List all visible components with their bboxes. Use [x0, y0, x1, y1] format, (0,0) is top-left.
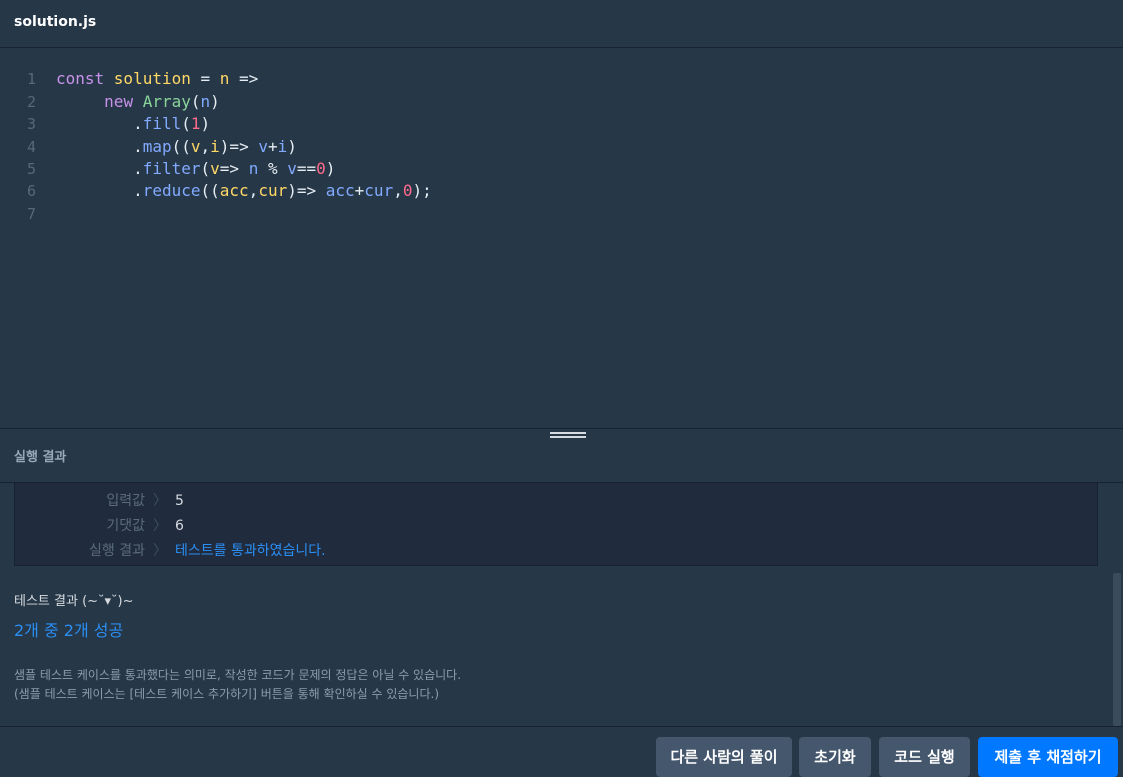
code-token: ,	[200, 137, 211, 156]
code-token: )	[287, 137, 297, 156]
code-token: new	[104, 92, 143, 111]
code-token: )=>	[287, 181, 326, 200]
code-token: ,	[248, 181, 259, 200]
code-token: )	[210, 92, 220, 111]
code-token: );	[412, 181, 432, 200]
code-token: Array	[142, 92, 191, 111]
test-result-title: 테스트 결과 (~˘▾˘)~	[14, 594, 134, 609]
test-note: 샘플 테스트 케이스를 통과했다는 의미로, 작성한 코드가 문제의 정답은 아…	[14, 668, 462, 682]
result-row-expected: 기댓값 〉 6	[15, 515, 1097, 537]
test-summary: 테스트 결과 (~˘▾˘)~ 2개 중 2개 성공 샘플 테스트 케이스를 통과…	[0, 566, 1123, 726]
result-label: 입력값	[106, 493, 145, 509]
code-token: v	[258, 137, 268, 156]
code-token: 0	[316, 159, 326, 178]
result-row-status: 실행 결과 〉 테스트를 통과하였습니다.	[15, 540, 1097, 562]
code-line-1[interactable]: 1 const solution = n =>	[0, 68, 1123, 90]
run-code-button[interactable]: 코드 실행	[879, 737, 970, 777]
code-token: v	[287, 159, 297, 178]
code-token: %	[258, 159, 288, 178]
line-number: 5	[26, 160, 36, 178]
result-label: 기댓값	[106, 518, 145, 534]
code-token: .	[56, 181, 143, 200]
code-text[interactable]: new Array(n)	[56, 91, 220, 113]
code-token: fill	[142, 114, 182, 133]
code-token: ==	[296, 159, 317, 178]
test-note: (샘플 테스트 케이스는 [테스트 케이스 추가하기] 버튼을 통해 확인하실 …	[14, 687, 440, 701]
code-editor[interactable]: 1 const solution = n => 2 new Array(n) 3 …	[0, 49, 1123, 428]
result-value: 5	[175, 493, 184, 509]
code-token: i	[277, 137, 288, 156]
code-token: .	[56, 114, 143, 133]
code-token: n	[200, 92, 211, 111]
code-token: const	[56, 69, 114, 88]
result-row-input: 입력값 〉 5	[15, 490, 1097, 512]
code-token: map	[142, 137, 172, 156]
code-line-5[interactable]: 5 .filter(v=> n % v==0)	[0, 158, 1123, 180]
line-number: 4	[26, 138, 36, 156]
result-panel-header: 실행 결과	[0, 429, 1123, 483]
code-text[interactable]: .map((v,i)=> v+i)	[56, 136, 297, 158]
code-token: )	[200, 114, 211, 133]
code-token: ,	[393, 181, 403, 200]
code-token: .	[56, 137, 143, 156]
code-text[interactable]: .filter(v=> n % v==0)	[56, 158, 335, 180]
chevron-right-icon: 〉	[153, 493, 167, 509]
code-token: cur	[258, 181, 288, 200]
code-token: +	[354, 181, 365, 200]
code-token: filter	[142, 159, 201, 178]
code-token: =>	[229, 69, 259, 88]
code-token: 1	[190, 114, 201, 133]
code-token: v	[210, 159, 220, 178]
code-token: .	[56, 159, 143, 178]
code-text[interactable]: const solution = n =>	[56, 68, 258, 90]
result-value: 6	[175, 518, 184, 534]
code-token: n	[219, 69, 230, 88]
code-line-3[interactable]: 3 .fill(1)	[0, 113, 1123, 135]
result-title: 실행 결과	[14, 450, 67, 465]
code-token: v	[190, 137, 201, 156]
code-text[interactable]: .fill(1)	[56, 113, 210, 135]
code-line-6[interactable]: 6 .reduce((acc,cur)=> acc+cur,0);	[0, 180, 1123, 202]
code-token: i	[210, 137, 220, 156]
others-solutions-button[interactable]: 다른 사람의 풀이	[656, 737, 792, 777]
code-line-4[interactable]: 4 .map((v,i)=> v+i)	[0, 136, 1123, 158]
chevron-right-icon: 〉	[153, 518, 167, 534]
code-token: ((	[200, 181, 220, 200]
code-token: (	[200, 159, 211, 178]
code-token: solution	[113, 69, 191, 88]
test-pass-count: 2개 중 2개 성공	[14, 621, 124, 640]
code-token: =	[190, 69, 220, 88]
code-token: reduce	[142, 181, 201, 200]
code-token: )=>	[219, 137, 259, 156]
file-tab-solution[interactable]: solution.js	[14, 14, 96, 30]
scrollbar[interactable]	[1113, 573, 1121, 726]
result-label: 실행 결과	[89, 543, 145, 559]
code-token: (	[181, 114, 191, 133]
action-bar: 다른 사람의 풀이 초기화 코드 실행 제출 후 채점하기	[0, 726, 1123, 777]
line-number: 3	[26, 115, 36, 133]
reset-button[interactable]: 초기화	[799, 737, 871, 777]
code-token: )	[325, 159, 336, 178]
code-token: n	[248, 159, 259, 178]
line-number: 7	[26, 205, 36, 223]
code-line-2[interactable]: 2 new Array(n)	[0, 91, 1123, 113]
code-token: cur	[364, 181, 394, 200]
code-text[interactable]: .reduce((acc,cur)=> acc+cur,0);	[56, 180, 432, 202]
result-output: 입력값 〉 5 기댓값 〉 6 실행 결과 〉 테스트를 통과하였습니다.	[14, 483, 1098, 566]
code-line-7[interactable]: 7	[0, 203, 1123, 225]
result-status-pass: 테스트를 통과하였습니다.	[175, 543, 326, 559]
submit-button[interactable]: 제출 후 채점하기	[978, 737, 1118, 777]
code-token: (	[190, 92, 201, 111]
code-token: acc	[325, 181, 355, 200]
line-number: 6	[26, 182, 36, 200]
chevron-right-icon: 〉	[153, 543, 167, 559]
code-token: ((	[171, 137, 191, 156]
editor-tab-bar: solution.js	[0, 0, 1123, 48]
line-number: 2	[26, 93, 36, 111]
line-number: 1	[26, 70, 36, 88]
code-token: +	[267, 137, 278, 156]
code-token: acc	[219, 181, 249, 200]
code-token: =>	[219, 159, 249, 178]
